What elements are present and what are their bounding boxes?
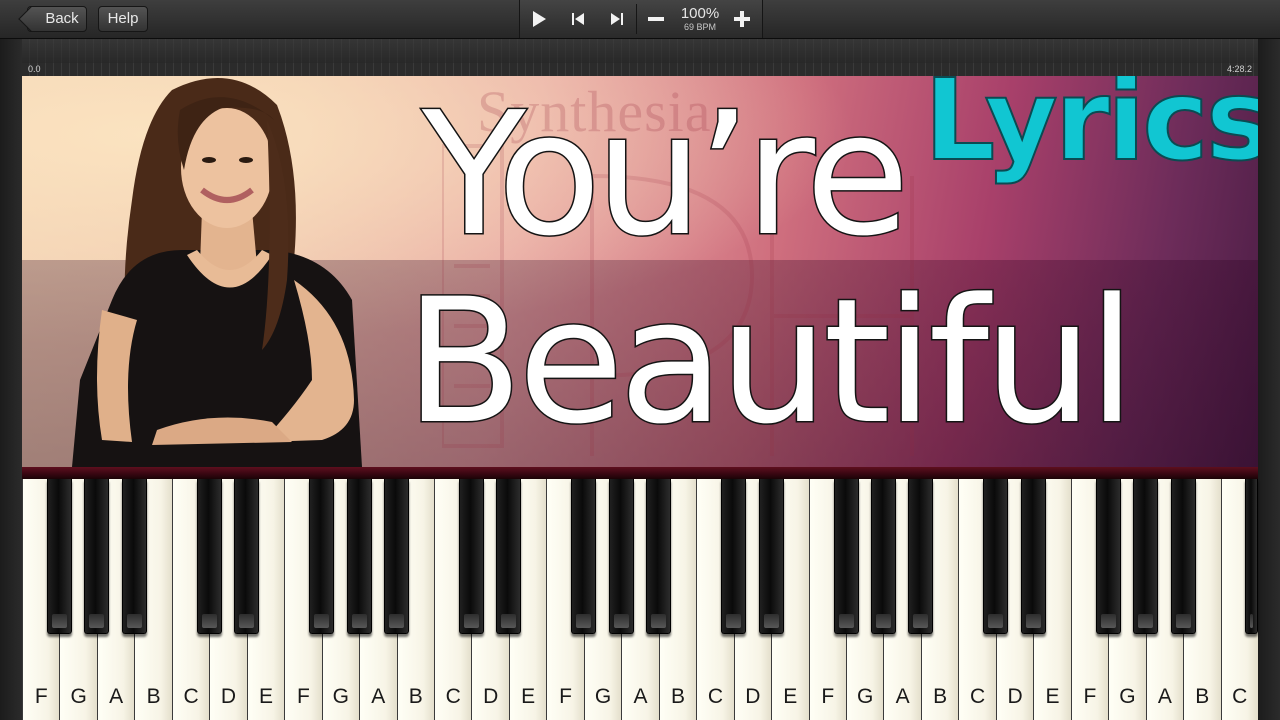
skip-forward-icon bbox=[611, 13, 623, 25]
key-label: E bbox=[521, 685, 536, 708]
key-label: A bbox=[633, 685, 648, 708]
lyrics-tag: Lyrics bbox=[923, 76, 1258, 187]
timeline-start-time: 0.0 bbox=[28, 64, 41, 74]
key-label: F bbox=[296, 685, 310, 708]
title-banner: Synthesia You’re Beautiful Lyrics bbox=[22, 76, 1258, 467]
right-frame bbox=[1258, 0, 1280, 720]
key-label: E bbox=[783, 685, 798, 708]
black-key-c-sharp[interactable] bbox=[983, 479, 1009, 634]
back-button[interactable]: Back bbox=[27, 6, 87, 32]
black-key-g-sharp[interactable] bbox=[1133, 479, 1159, 634]
rewind-button[interactable] bbox=[567, 8, 589, 30]
transport-controls: 100% 69 BPM bbox=[519, 0, 763, 38]
black-key-f-sharp[interactable] bbox=[46, 479, 72, 634]
key-label: D bbox=[220, 685, 237, 708]
song-title-line-2: Beautiful bbox=[404, 261, 1138, 462]
key-label: G bbox=[70, 685, 87, 708]
play-icon bbox=[533, 11, 546, 27]
speed-value: 100% bbox=[680, 5, 720, 22]
black-key-f-sharp[interactable] bbox=[309, 479, 335, 634]
black-key-a-sharp[interactable] bbox=[908, 479, 934, 634]
skip-back-icon bbox=[572, 13, 584, 25]
key-label: D bbox=[483, 685, 499, 708]
key-label: D bbox=[1007, 685, 1023, 708]
key-label: E bbox=[1045, 685, 1060, 708]
timeline-end-time: 4:28.2 bbox=[1226, 64, 1252, 74]
key-label: E bbox=[258, 685, 273, 708]
key-label: F bbox=[821, 685, 835, 708]
black-key-g-sharp[interactable] bbox=[84, 479, 110, 634]
key-label: B bbox=[146, 685, 161, 708]
key-label: C bbox=[970, 685, 986, 708]
help-button-label: Help bbox=[107, 10, 139, 27]
bpm-value: 69 BPM bbox=[683, 22, 716, 32]
key-label: A bbox=[109, 685, 124, 708]
black-key-a-sharp[interactable] bbox=[646, 479, 672, 634]
black-key-c-sharp[interactable] bbox=[1245, 479, 1258, 634]
black-key-c-sharp[interactable] bbox=[721, 479, 747, 634]
key-label: A bbox=[371, 685, 386, 708]
song-timeline[interactable]: 0.0 4:28.2 bbox=[22, 39, 1258, 77]
key-label: B bbox=[670, 685, 685, 708]
key-label: B bbox=[408, 685, 423, 708]
black-key-f-sharp[interactable] bbox=[1095, 479, 1121, 634]
black-key-c-sharp[interactable] bbox=[458, 479, 484, 634]
skip-forward-button[interactable] bbox=[606, 8, 628, 30]
keyboard-top-strip bbox=[22, 467, 1258, 479]
speed-decrease-button[interactable] bbox=[645, 8, 667, 30]
black-key-c-sharp[interactable] bbox=[196, 479, 222, 634]
key-label: G bbox=[332, 685, 350, 708]
key-label: C bbox=[1232, 685, 1248, 708]
key-label: G bbox=[1119, 685, 1136, 708]
piano-keyboard: FGABCDEFGABCDEFGABCDEFGABCDEFGABC bbox=[22, 479, 1258, 720]
song-title-line-1: You’re bbox=[421, 76, 912, 274]
key-label: C bbox=[183, 685, 199, 708]
black-key-g-sharp[interactable] bbox=[346, 479, 372, 634]
left-frame bbox=[0, 0, 22, 720]
help-button[interactable]: Help bbox=[98, 6, 148, 32]
timeline-track bbox=[22, 39, 1258, 63]
key-label: B bbox=[933, 685, 948, 708]
top-toolbar: Back Help 100% 69 BPM bbox=[0, 0, 1280, 39]
key-label: D bbox=[745, 685, 761, 708]
key-label: A bbox=[1157, 685, 1172, 708]
minus-icon bbox=[648, 17, 664, 21]
key-label: G bbox=[857, 685, 874, 708]
black-key-d-sharp[interactable] bbox=[496, 479, 522, 634]
key-label: C bbox=[707, 685, 723, 708]
key-label: F bbox=[559, 685, 572, 708]
black-key-d-sharp[interactable] bbox=[1020, 479, 1046, 634]
black-key-f-sharp[interactable] bbox=[571, 479, 597, 634]
key-label: B bbox=[1195, 685, 1210, 708]
black-key-d-sharp[interactable] bbox=[234, 479, 260, 634]
singer-photo bbox=[72, 78, 362, 467]
black-key-g-sharp[interactable] bbox=[608, 479, 634, 634]
black-key-f-sharp[interactable] bbox=[833, 479, 859, 634]
black-key-a-sharp[interactable] bbox=[384, 479, 410, 634]
key-label: F bbox=[34, 685, 48, 708]
plus-icon bbox=[734, 11, 750, 27]
key-label: G bbox=[594, 685, 612, 708]
transport-separator bbox=[636, 4, 637, 34]
back-button-label: Back bbox=[45, 10, 79, 27]
key-label: F bbox=[1083, 685, 1097, 708]
black-key-a-sharp[interactable] bbox=[121, 479, 147, 634]
key-label: A bbox=[895, 685, 910, 708]
black-key-a-sharp[interactable] bbox=[1170, 479, 1196, 634]
speed-increase-button[interactable] bbox=[731, 8, 753, 30]
black-key-g-sharp[interactable] bbox=[870, 479, 896, 634]
play-button[interactable] bbox=[528, 8, 550, 30]
key-label: C bbox=[445, 685, 461, 708]
black-key-d-sharp[interactable] bbox=[758, 479, 784, 634]
